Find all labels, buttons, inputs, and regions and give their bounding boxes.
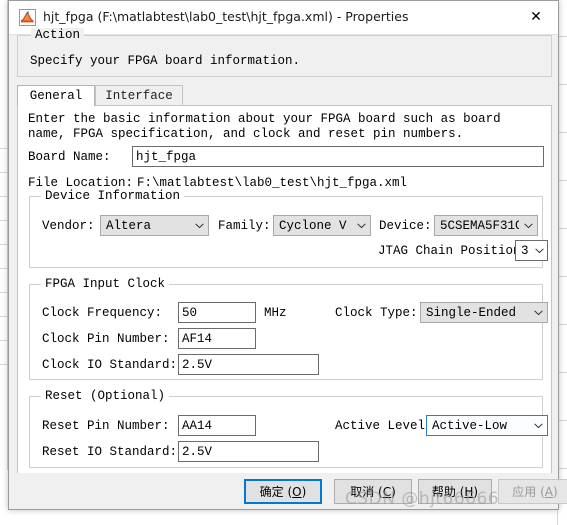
file-location-label: File Location: xyxy=(28,176,134,190)
action-description: Specify your FPGA board information. xyxy=(30,54,301,68)
apply-button-key: A xyxy=(544,484,554,499)
general-tab-panel: Enter the basic information about your F… xyxy=(17,105,552,475)
ok-button-key: O xyxy=(292,484,302,499)
matlab-membrane-icon xyxy=(19,9,36,26)
reset-pin-number-input[interactable] xyxy=(178,415,256,436)
reset-group-legend: Reset (Optional) xyxy=(41,389,170,403)
clock-io-standard-input[interactable] xyxy=(178,354,319,375)
family-value: Cyclone V xyxy=(279,218,347,233)
clock-frequency-input[interactable] xyxy=(178,302,256,323)
chevron-down-icon xyxy=(529,309,547,316)
tab-interface[interactable]: Interface xyxy=(95,85,183,106)
tab-general[interactable]: General xyxy=(17,85,95,106)
tab-bar: General Interface xyxy=(17,85,552,106)
action-group: Action Specify your FPGA board informati… xyxy=(17,28,552,77)
device-dropdown[interactable]: 5CSEMA5F31C6 xyxy=(434,215,538,236)
apply-button: 应用 (A) xyxy=(498,479,567,504)
cancel-button-pre: 取消 ( xyxy=(350,485,383,499)
jtag-chain-position-spinner[interactable]: 3 xyxy=(515,240,548,261)
vendor-value: Altera xyxy=(106,218,152,233)
close-icon: ✕ xyxy=(530,9,542,25)
active-level-dropdown[interactable]: Active-Low xyxy=(426,415,548,436)
file-location-value: F:\matlabtest\lab0_test\hjt_fpga.xml xyxy=(137,176,408,190)
chevron-down-icon xyxy=(352,222,370,229)
apply-button-post: ) xyxy=(553,484,558,499)
clock-type-label: Clock Type: xyxy=(335,306,418,320)
ok-button-pre: 确定 ( xyxy=(259,485,293,499)
help-button-pre: 帮助 ( xyxy=(431,485,465,499)
clock-pin-number-input[interactable] xyxy=(178,328,256,349)
tab-general-label: General xyxy=(29,89,83,103)
reset-io-standard-input[interactable] xyxy=(178,441,319,462)
chevron-down-icon xyxy=(529,422,547,429)
title-bar: hjt_fpga (F:\matlabtest\lab0_test\hjt_fp… xyxy=(9,1,558,35)
action-group-legend: Action xyxy=(31,28,85,42)
ok-button-post: ) xyxy=(301,484,307,499)
cancel-button-key: C xyxy=(382,484,392,499)
ok-button[interactable]: 确定 (O) xyxy=(244,479,322,504)
device-value: 5CSEMA5F31C6 xyxy=(440,218,519,233)
active-level-label: Active Level: xyxy=(335,419,433,433)
help-button-post: ) xyxy=(473,484,479,499)
cancel-button-post: ) xyxy=(391,484,396,499)
dialog-footer: 确定 (O) 取消 (C) 帮助 (H) 应用 (A) xyxy=(9,473,567,509)
reset-io-standard-label: Reset IO Standard: xyxy=(42,445,178,459)
general-description: Enter the basic information about your F… xyxy=(28,112,501,141)
clock-type-value: Single-Ended xyxy=(426,305,517,320)
jtag-chain-position-label: JTAG Chain Position: xyxy=(378,244,529,258)
properties-dialog: hjt_fpga (F:\matlabtest\lab0_test\hjt_fp… xyxy=(8,0,567,510)
chevron-down-icon xyxy=(190,222,208,229)
fpga-input-clock-group: FPGA Input Clock Clock Frequency: MHz Cl… xyxy=(29,277,548,380)
reset-pin-number-label: Reset Pin Number: xyxy=(42,419,170,433)
device-information-group: Device Information Vendor: Altera Family… xyxy=(29,189,548,268)
device-label: Device: xyxy=(379,219,432,233)
clock-type-dropdown[interactable]: Single-Ended xyxy=(420,302,548,323)
jtag-chain-position-value: 3 xyxy=(521,243,529,258)
chevron-down-icon xyxy=(519,222,537,229)
family-dropdown[interactable]: Cyclone V xyxy=(273,215,371,236)
active-level-value: Active-Low xyxy=(432,418,508,433)
tab-interface-label: Interface xyxy=(105,89,173,103)
chevron-down-icon xyxy=(531,247,547,254)
fpga-input-clock-legend: FPGA Input Clock xyxy=(41,277,170,291)
close-window-button[interactable]: ✕ xyxy=(514,1,558,33)
help-button[interactable]: 帮助 (H) xyxy=(418,479,492,504)
board-name-label: Board Name: xyxy=(28,150,111,164)
cancel-button[interactable]: 取消 (C) xyxy=(334,479,412,504)
reset-group: Reset (Optional) Reset Pin Number: Activ… xyxy=(29,389,548,468)
board-name-input[interactable] xyxy=(132,146,544,167)
help-button-key: H xyxy=(464,484,474,499)
clock-frequency-unit: MHz xyxy=(264,306,287,320)
vendor-dropdown[interactable]: Altera xyxy=(100,215,209,236)
family-label: Family: xyxy=(218,219,271,233)
clock-frequency-label: Clock Frequency: xyxy=(42,306,163,320)
device-information-legend: Device Information xyxy=(41,189,185,203)
apply-button-pre: 应用 ( xyxy=(512,485,545,499)
clock-io-standard-label: Clock IO Standard: xyxy=(42,358,178,372)
clock-pin-number-label: Clock Pin Number: xyxy=(42,332,170,346)
vendor-label: Vendor: xyxy=(42,219,95,233)
window-title: hjt_fpga (F:\matlabtest\lab0_test\hjt_fp… xyxy=(43,9,409,24)
